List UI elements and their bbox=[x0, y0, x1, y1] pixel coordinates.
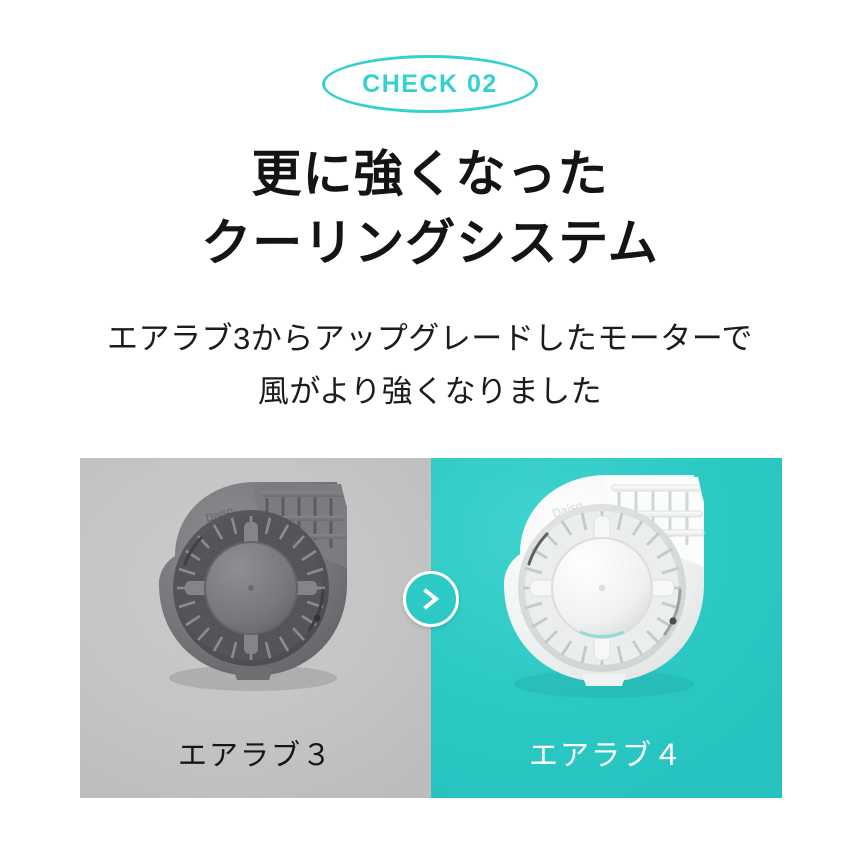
headline-line-2: クーリングシステム bbox=[201, 214, 659, 271]
product-image-new: Daiso bbox=[431, 458, 782, 710]
comparison-panel-new: Daiso エアラブ４ bbox=[431, 458, 782, 798]
check-badge-container: CHECK 02 bbox=[0, 55, 860, 113]
product-image-old: Daiso bbox=[80, 458, 431, 710]
headline-line-1: 更に強くなった bbox=[251, 146, 609, 202]
page-subtitle: エアラブ3からアップグレードしたモーターで 風がより強くなりました bbox=[0, 312, 860, 419]
subhead-line-1: エアラブ3からアップグレードしたモーターで bbox=[107, 321, 753, 356]
blower-fan-dark-icon: Daiso bbox=[158, 481, 347, 691]
check-badge-label: CHECK 02 bbox=[362, 69, 498, 98]
product-comparison: Daiso エアラブ３ Daiso エアラブ４ bbox=[80, 458, 782, 798]
panel-label-old: エアラブ３ bbox=[177, 740, 333, 772]
page-title: 更に強くなった クーリングシステム bbox=[0, 140, 860, 277]
panel-label-new: エアラブ４ bbox=[528, 740, 684, 772]
comparison-arrow-badge bbox=[403, 571, 459, 627]
comparison-panel-old: Daiso エアラブ３ bbox=[80, 458, 431, 798]
chevron-right-icon bbox=[423, 588, 440, 610]
check-badge: CHECK 02 bbox=[322, 55, 538, 113]
blower-fan-white-icon: Daiso bbox=[503, 475, 704, 698]
subhead-line-2: 風がより強くなりました bbox=[257, 374, 603, 410]
